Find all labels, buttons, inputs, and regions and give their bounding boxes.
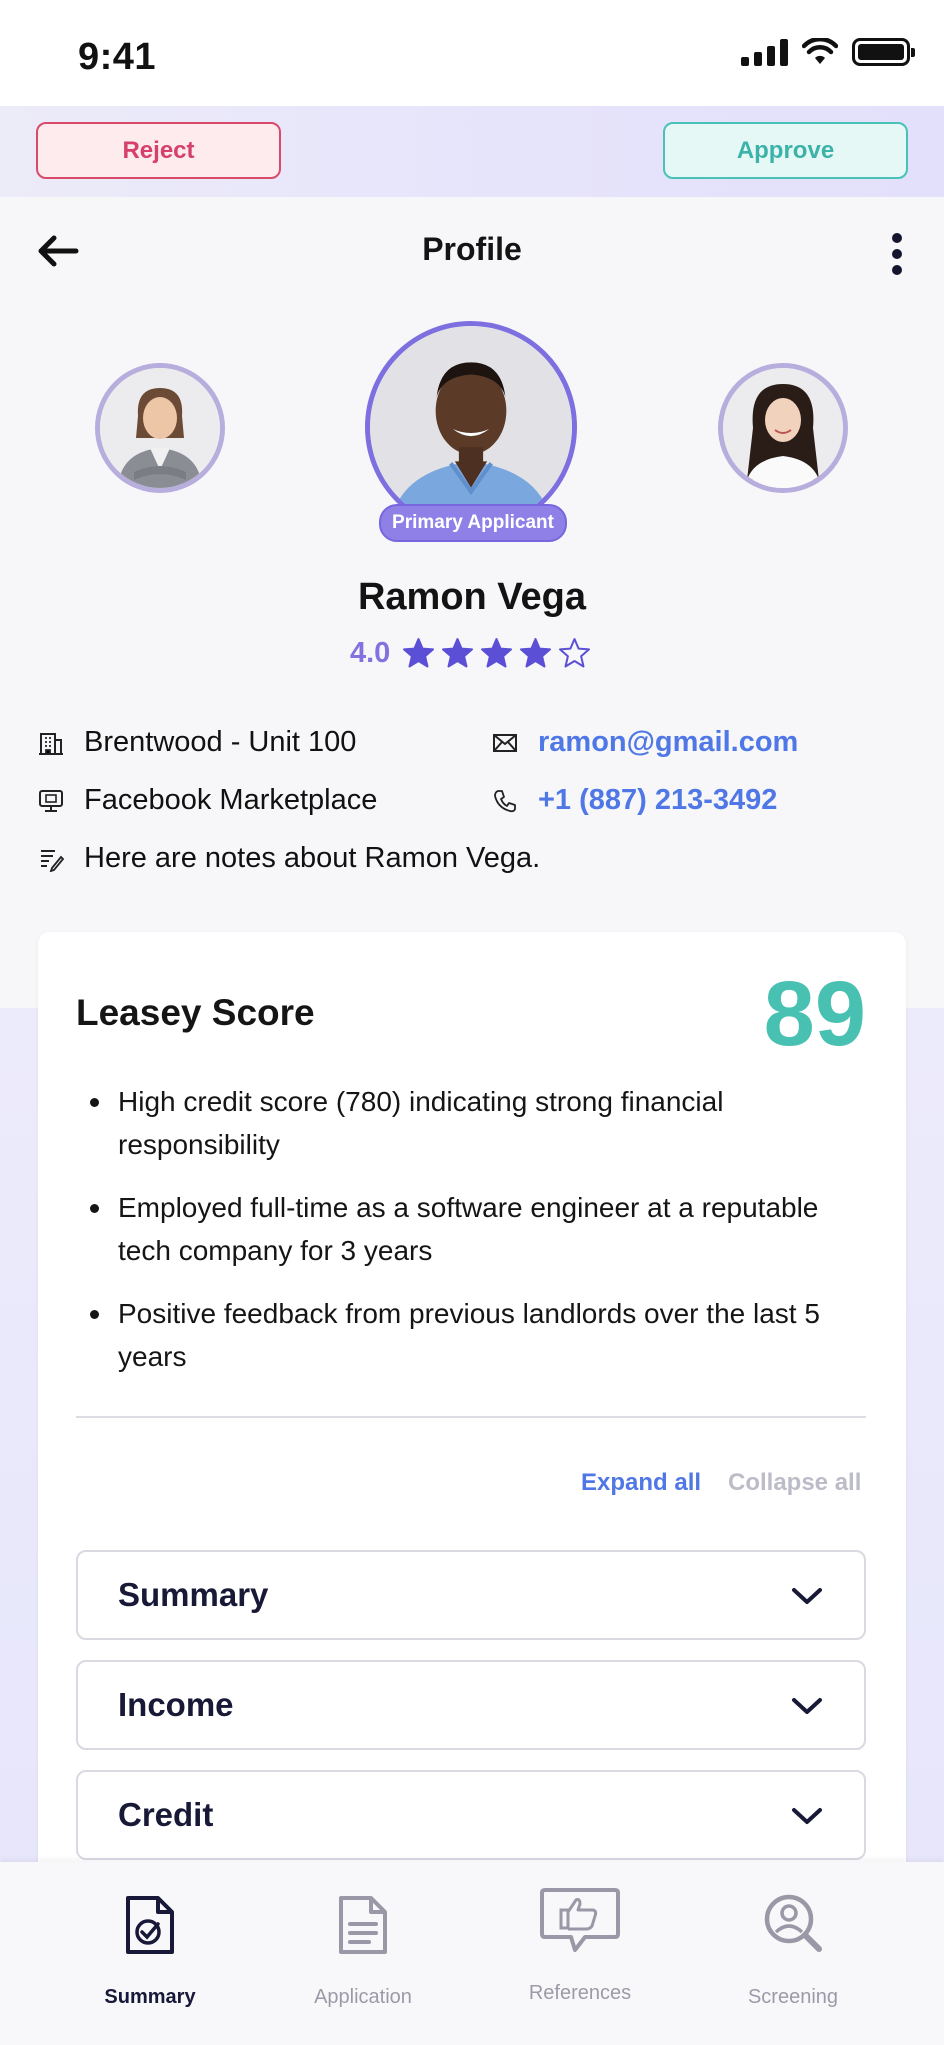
star-filled-icon <box>520 638 552 668</box>
tab-label: Summary <box>104 1986 196 2008</box>
notes-text: Here are notes about Ramon Vega. <box>84 842 541 874</box>
rating: 4.0 <box>350 637 591 670</box>
score-title: Leasey Score <box>76 992 315 1033</box>
phone-link[interactable]: +1 (887) 213-3492 <box>538 784 777 817</box>
references-thumbs-up-icon <box>540 1888 620 1952</box>
tab-references[interactable]: References <box>480 1862 680 2045</box>
accordion-label: Summary <box>118 1576 269 1613</box>
chevron-down-icon <box>792 1588 822 1604</box>
collapse-all-link[interactable]: Collapse all <box>728 1469 861 1497</box>
star-filled-icon <box>481 638 513 668</box>
rating-value: 4.0 <box>350 637 391 669</box>
divider <box>76 1416 866 1418</box>
source-text: Facebook Marketplace <box>84 784 378 816</box>
status-icons <box>741 38 915 66</box>
property-text: Brentwood - Unit 100 <box>84 726 357 758</box>
screening-search-icon <box>764 1894 822 1952</box>
rating-stars <box>402 637 591 670</box>
accordion-label: Income <box>118 1686 234 1723</box>
accordion-income[interactable]: Income <box>76 1660 866 1750</box>
cellular-signal-icon <box>741 38 788 66</box>
summary-document-icon <box>126 1896 174 1954</box>
list-item: Positive feedback from previous landlord… <box>76 1292 856 1378</box>
leasey-score-card: Leasey Score 89 High credit score (780) … <box>38 932 906 2012</box>
wifi-icon <box>802 38 838 64</box>
list-item: High credit score (780) indicating stron… <box>76 1080 856 1166</box>
star-empty-icon <box>559 638 591 668</box>
chevron-down-icon <box>792 1808 822 1824</box>
accordion-label: Credit <box>118 1796 214 1833</box>
primary-applicant-avatar[interactable] <box>365 321 577 533</box>
score-value: 89 <box>763 963 866 1065</box>
monitor-icon <box>39 789 63 812</box>
applicant-name: Ramon Vega <box>357 576 587 618</box>
list-item: Employed full-time as a software enginee… <box>76 1186 856 1272</box>
co-applicant-avatar-right[interactable] <box>718 363 848 493</box>
accordion-credit[interactable]: Credit <box>76 1770 866 1860</box>
tab-application[interactable]: Application <box>263 1862 463 2045</box>
status-bar: 9:41 <box>0 0 944 106</box>
mail-icon <box>493 733 517 752</box>
accordion-summary[interactable]: Summary <box>76 1550 866 1640</box>
application-document-icon <box>339 1896 387 1954</box>
notes-edit-icon <box>41 849 64 872</box>
building-icon <box>39 732 63 755</box>
phone-row: +1 (887) 213-3492 <box>492 784 777 817</box>
star-filled-icon <box>403 638 435 668</box>
tab-label: Screening <box>747 1986 839 2008</box>
chevron-down-icon <box>792 1698 822 1714</box>
expand-all-link[interactable]: Expand all <box>581 1469 701 1497</box>
tab-summary[interactable]: Summary <box>50 1862 250 2045</box>
profile-header: Profile <box>0 197 944 307</box>
source-row: Facebook Marketplace <box>38 784 377 817</box>
tab-label: Application <box>314 1986 412 2008</box>
notes-row: Here are notes about Ramon Vega. <box>38 842 540 875</box>
decision-action-bar: Reject Approve <box>0 106 944 197</box>
approve-button[interactable]: Approve <box>663 122 908 179</box>
star-filled-icon <box>442 638 474 668</box>
status-time: 9:41 <box>78 36 157 78</box>
battery-icon <box>852 38 915 66</box>
more-options-icon[interactable] <box>890 233 904 277</box>
primary-applicant-badge: Primary Applicant <box>379 504 567 542</box>
reject-button[interactable]: Reject <box>36 122 281 179</box>
email-row: ramon@gmail.com <box>492 726 798 759</box>
phone-icon <box>494 789 516 812</box>
score-highlights: High credit score (780) indicating stron… <box>76 1080 856 1398</box>
tab-screening[interactable]: Screening <box>693 1862 893 2045</box>
email-link[interactable]: ramon@gmail.com <box>538 726 798 759</box>
page-title: Profile <box>422 231 522 267</box>
bottom-tab-bar: Summary Application References Screening <box>0 1862 944 2045</box>
co-applicant-avatar-left[interactable] <box>95 363 225 493</box>
property-row: Brentwood - Unit 100 <box>38 726 356 759</box>
tab-label: References <box>528 1982 632 2004</box>
